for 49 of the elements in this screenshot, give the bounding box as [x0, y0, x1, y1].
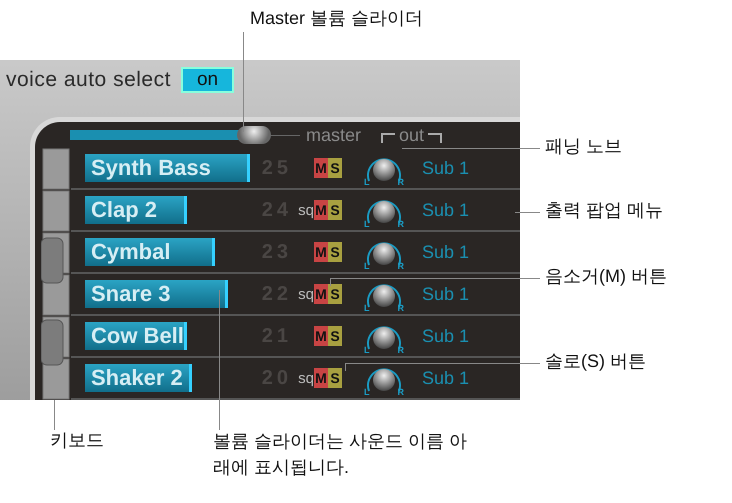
mute-button[interactable]: M — [314, 326, 328, 346]
sq-label: sq — [297, 370, 314, 386]
output-menu[interactable]: Sub 1 — [422, 368, 470, 388]
voice-volume-slider[interactable]: Synth Bass — [85, 154, 250, 182]
voice-name: Shaker 2 — [90, 365, 183, 391]
pan-left-label: L — [364, 303, 370, 313]
pan-left-label: L — [364, 345, 370, 355]
callout-label: 음소거(M) 버튼 — [545, 265, 667, 288]
output-menu[interactable]: Sub 1 — [422, 200, 470, 220]
output-menu[interactable]: Sub 1 — [422, 326, 470, 346]
voice-name: Clap 2 — [90, 197, 158, 223]
out-label: out — [399, 124, 424, 146]
callout-label: 볼륨 슬라이더는 사운드 이름 아래에 표시됩니다. — [213, 430, 468, 480]
callout-label: 출력 팝업 메뉴 — [545, 199, 664, 222]
mute-button[interactable]: M — [314, 368, 328, 388]
sq-label: sq — [297, 202, 314, 218]
voice-name: Cow Bell — [90, 323, 184, 349]
mute-button[interactable]: M — [314, 284, 328, 304]
mute-button[interactable]: M — [314, 200, 328, 220]
master-volume-slider[interactable] — [70, 126, 300, 144]
output-menu[interactable]: Sub 1 — [422, 158, 470, 178]
voice-name: Snare 3 — [90, 281, 170, 307]
voice-name: Cymbal — [90, 239, 170, 265]
bracket-mark — [381, 133, 396, 143]
pan-left-label: L — [364, 219, 370, 229]
sq-label: sq — [297, 286, 314, 302]
solo-button[interactable]: S — [328, 200, 342, 220]
on-button[interactable]: on — [180, 66, 234, 92]
solo-button[interactable]: S — [328, 242, 342, 262]
keyboard-drawing[interactable] — [41, 148, 71, 400]
callout-label: 키보드 — [50, 429, 104, 452]
pan-left-label: L — [364, 261, 370, 271]
pan-left-label: L — [364, 387, 370, 397]
callout-label: 패닝 노브 — [545, 135, 622, 158]
output-menu[interactable]: Sub 1 — [422, 284, 470, 304]
voice-name: Synth Bass — [90, 155, 211, 181]
solo-button[interactable]: S — [328, 326, 342, 346]
output-menu[interactable]: Sub 1 — [422, 242, 470, 262]
mute-button[interactable]: M — [314, 242, 328, 262]
voice-auto-select-label: voice auto select — [6, 68, 171, 92]
mute-button[interactable]: M — [314, 158, 328, 178]
solo-button[interactable]: S — [328, 158, 342, 178]
callout-label: 솔로(S) 버튼 — [545, 350, 646, 373]
callout-label: Master 볼륨 슬라이더 — [250, 7, 424, 30]
solo-button[interactable]: S — [328, 368, 342, 388]
master-label: master — [306, 124, 362, 146]
bracket-mark — [428, 133, 442, 143]
pan-left-label: L — [364, 177, 370, 187]
solo-button[interactable]: S — [328, 284, 342, 304]
